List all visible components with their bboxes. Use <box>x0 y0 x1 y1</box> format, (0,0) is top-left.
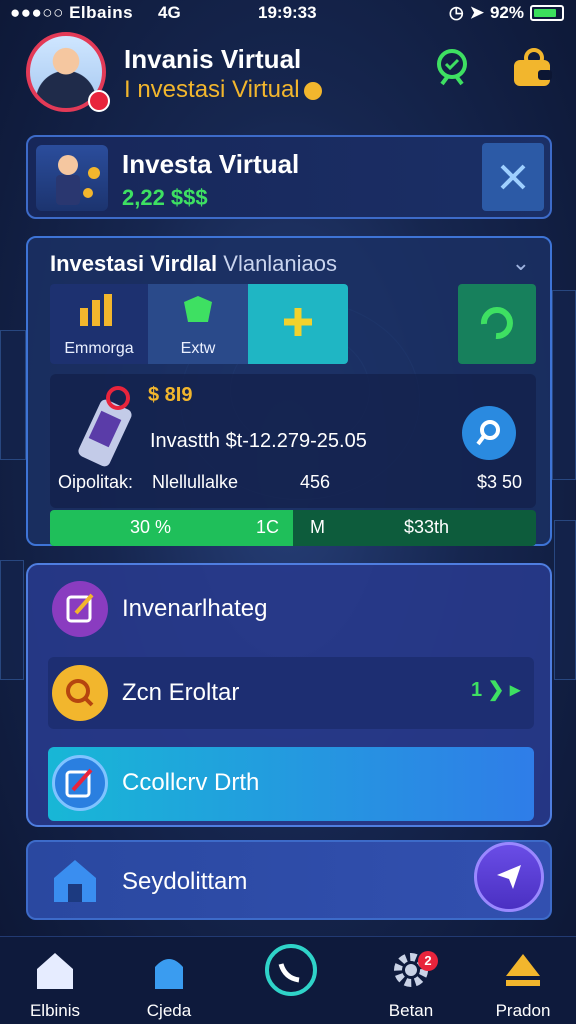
store-icon <box>155 959 183 989</box>
key-button[interactable] <box>462 406 516 460</box>
transaction-line: Invastth $t-12.279-25.05 <box>150 430 367 452</box>
tab-label: Cjeda <box>146 1001 192 1020</box>
transaction-box: $ 8I9 Invastth $t-12.279-25.05 Oipolitak… <box>50 374 536 508</box>
tab-home[interactable]: Elbinis <box>0 945 110 1021</box>
home-icon <box>54 860 96 902</box>
info-label: Oipolitak: <box>58 472 134 492</box>
info-value: Nlellullalke <box>152 472 239 492</box>
tile-label: Extw <box>180 340 216 357</box>
home-icon <box>37 953 73 989</box>
tile-extw[interactable]: Extw <box>148 284 248 364</box>
investment-card[interactable]: Investa Virtual 2,22 $$$ <box>26 135 552 219</box>
progress-text: $33th <box>404 517 450 537</box>
tab-label: Pradon <box>495 1001 551 1020</box>
bg-building <box>554 520 576 680</box>
refresh-icon <box>480 307 513 340</box>
card-title: Investa Virtual <box>122 149 300 179</box>
tab-settings[interactable]: 2 Betan <box>356 945 466 1021</box>
tab-label: Betan <box>388 1001 434 1020</box>
card-value: 2,22 $$$ <box>122 185 208 210</box>
battery-percent: 92% <box>489 3 524 22</box>
tab-pradon[interactable]: Pradon <box>468 945 576 1021</box>
avatar-badge <box>88 90 110 112</box>
list-item[interactable]: Zcn Eroltar 1 ❯ ▸ <box>48 657 534 729</box>
location-icon: ➤ <box>469 3 484 22</box>
page-subtitle: I nvestasi Virtual <box>124 76 322 104</box>
search-icon <box>52 665 108 721</box>
close-button[interactable] <box>482 143 544 211</box>
tile-emmorga[interactable]: Emmorga <box>50 284 148 364</box>
home-card-label: Seydolittam <box>122 868 248 895</box>
carrier-label: ●●●○○ Elbains <box>10 3 134 22</box>
gem-icon <box>184 296 212 322</box>
progress-text: M <box>310 517 325 537</box>
bg-building <box>552 290 576 480</box>
coin-icon <box>303 81 322 100</box>
menu-list: Invenarlhateg Zcn Eroltar 1 ❯ ▸ Ccollcrv… <box>26 563 552 827</box>
network-label: 4G <box>158 3 181 22</box>
warning-icon <box>506 954 540 986</box>
panel-title: Investasi Virdlal Vlanlaniaos <box>50 251 338 276</box>
investment-panel: Investasi Virdlal Vlanlaniaos ⌄ Emmorga … <box>26 236 552 546</box>
bg-building <box>0 330 26 460</box>
list-item-label: Ccollcrv Drth <box>122 769 260 796</box>
info-count: 456 <box>300 472 331 492</box>
tab-label: Elbinis <box>29 1001 81 1020</box>
tab-cjeda[interactable]: Cjeda <box>114 945 224 1021</box>
send-button[interactable] <box>474 842 544 912</box>
amount-label: $ 8I9 <box>148 384 193 406</box>
chevron-down-icon[interactable]: ⌄ <box>512 250 530 276</box>
info-price: $3 50 <box>476 472 522 492</box>
list-item[interactable]: Invenarlhateg <box>48 573 534 645</box>
progress-bar: 30 % 1C M $33th <box>50 510 536 546</box>
status-right: ◷ ➤ 92% <box>449 3 564 23</box>
tile-refresh[interactable] <box>458 284 536 364</box>
close-icon <box>500 164 526 190</box>
phone-call-icon <box>265 944 317 996</box>
tile-label: Emmorga <box>64 340 134 357</box>
progress-text: 30 % <box>130 517 172 537</box>
clock: 19:9:33 <box>258 3 317 22</box>
tab-bar: Elbinis Cjeda 2 Betan Pradon <box>0 936 576 1024</box>
list-item-highlighted[interactable]: Ccollcrv Drth <box>48 747 534 821</box>
key-icon <box>476 420 500 446</box>
phone-icon <box>78 386 132 467</box>
home-card[interactable]: Seydolittam <box>26 840 552 920</box>
list-item-indicator: 1 ❯ ▸ <box>470 679 520 701</box>
page-title: Invanis Virtual <box>124 44 302 74</box>
alarm-icon: ◷ <box>448 3 464 22</box>
search-icon[interactable] <box>432 46 474 88</box>
tab-center[interactable] <box>236 944 346 1001</box>
wallet-icon[interactable] <box>512 48 554 88</box>
status-bar: ●●●○○ Elbains 4G 19:9:33 ◷ ➤ 92% <box>0 0 576 26</box>
battery-icon <box>530 5 564 21</box>
plus-icon <box>284 308 312 336</box>
list-item-label: Invenarlhateg <box>122 595 268 622</box>
edit-icon <box>52 581 108 637</box>
tile-add[interactable] <box>248 284 348 364</box>
list-item-label: Zcn Eroltar <box>122 679 240 706</box>
send-icon <box>497 865 521 889</box>
bg-building <box>0 560 24 680</box>
investor-illustration <box>36 145 108 211</box>
progress-text: 1C <box>256 517 280 537</box>
document-icon <box>52 755 108 811</box>
bar-chart-icon <box>80 294 112 326</box>
notification-badge: 2 <box>418 951 438 971</box>
